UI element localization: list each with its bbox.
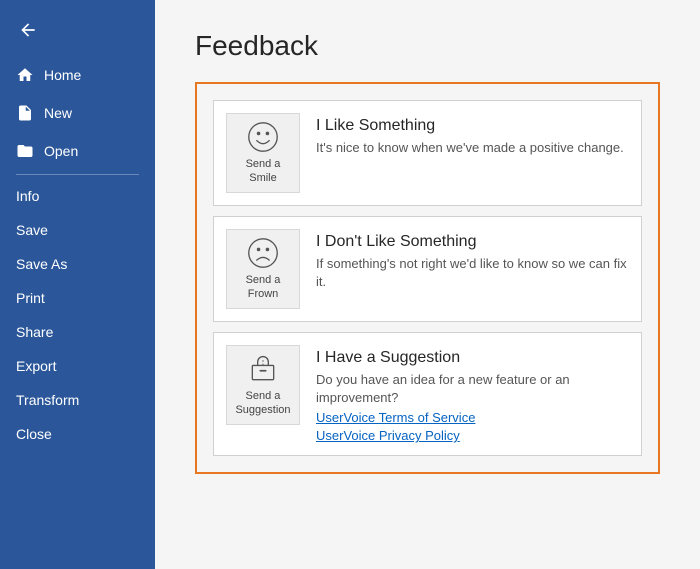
home-icon [16,66,34,84]
sidebar-item-info[interactable]: Info [0,179,155,213]
suggestion-icon-label: Send aSuggestion [235,389,290,418]
uservoice-terms-link[interactable]: UserVoice Terms of Service [316,410,629,425]
sidebar-item-save[interactable]: Save [0,213,155,247]
sidebar-divider [16,174,139,175]
sidebar-item-print[interactable]: Print [0,281,155,315]
feedback-item-suggestion[interactable]: Send aSuggestion I Have a Suggestion Do … [213,332,642,456]
feedback-container: Send aSmile I Like Something It's nice t… [195,82,660,474]
sidebar-item-open[interactable]: Open [0,132,155,170]
frown-description: If something's not right we'd like to kn… [316,255,629,291]
suggestion-title: I Have a Suggestion [316,349,629,367]
sidebar-item-new[interactable]: New [0,94,155,132]
feedback-item-smile[interactable]: Send aSmile I Like Something It's nice t… [213,100,642,206]
sidebar: Home New Open Info Save Save As Print Sh… [0,0,155,569]
sidebar-item-save-as[interactable]: Save As [0,247,155,281]
smile-icon [247,121,279,153]
smile-icon-box: Send aSmile [226,113,300,193]
smile-icon-label: Send aSmile [246,157,281,186]
sidebar-item-transform[interactable]: Transform [0,383,155,417]
uservoice-privacy-link[interactable]: UserVoice Privacy Policy [316,428,629,443]
frown-icon [247,237,279,269]
new-icon [16,104,34,122]
sidebar-item-close[interactable]: Close [0,417,155,451]
sidebar-item-home[interactable]: Home [0,56,155,94]
suggestion-text: I Have a Suggestion Do you have an idea … [316,345,629,443]
smile-text: I Like Something It's nice to know when … [316,113,629,157]
page-title: Feedback [195,30,660,62]
sidebar-item-share[interactable]: Share [0,315,155,349]
sidebar-item-new-label: New [44,105,72,121]
suggestion-description: Do you have an idea for a new feature or… [316,371,629,407]
frown-icon-box: Send aFrown [226,229,300,309]
open-icon [16,142,34,160]
smile-description: It's nice to know when we've made a posi… [316,139,629,157]
frown-text: I Don't Like Something If something's no… [316,229,629,291]
smile-title: I Like Something [316,117,629,135]
sidebar-item-open-label: Open [44,143,78,159]
back-button[interactable] [8,10,48,50]
suggestion-icon [247,353,279,385]
feedback-item-frown[interactable]: Send aFrown I Don't Like Something If so… [213,216,642,322]
main-content: Feedback Send aSmile I Like Something It… [155,0,700,569]
sidebar-item-home-label: Home [44,67,81,83]
frown-icon-label: Send aFrown [246,273,281,302]
sidebar-item-export[interactable]: Export [0,349,155,383]
frown-title: I Don't Like Something [316,233,629,251]
suggestion-icon-box: Send aSuggestion [226,345,300,425]
